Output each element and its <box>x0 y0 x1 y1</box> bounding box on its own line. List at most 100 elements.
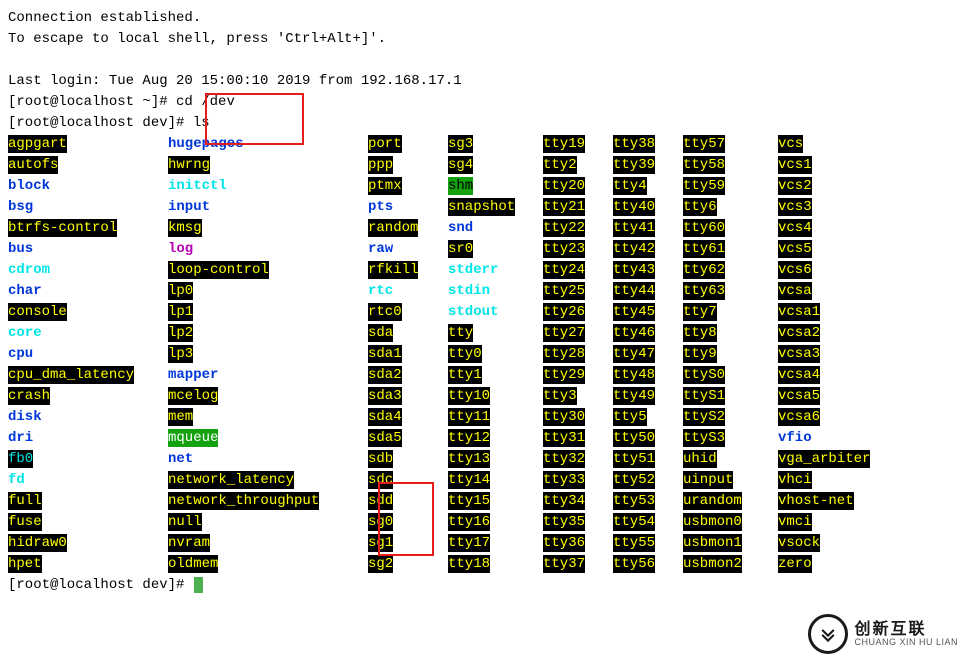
listing-cell: tty31 <box>543 428 613 449</box>
listing-cell: sda <box>368 323 448 344</box>
file-block: block <box>8 177 50 195</box>
listing-cell: zero <box>778 554 908 575</box>
prompt-line-3[interactable]: [root@localhost dev]# <box>8 575 964 596</box>
file-vhci: vhci <box>778 471 812 489</box>
listing-cell: hidraw0 <box>8 533 168 554</box>
listing-cell: tty51 <box>613 449 683 470</box>
listing-cell: tty2 <box>543 155 613 176</box>
listing-cell: uinput <box>683 470 778 491</box>
listing-cell: agpgart <box>8 134 168 155</box>
listing-cell: kmsg <box>168 218 368 239</box>
logo-text-cn: 创新互联 <box>854 622 958 638</box>
file-dri: dri <box>8 429 33 447</box>
listing-cell: sda2 <box>368 365 448 386</box>
file-vga_arbiter: vga_arbiter <box>778 450 870 468</box>
listing-cell: tty17 <box>448 533 543 554</box>
listing-cell: vcsa2 <box>778 323 908 344</box>
listing-row: cdromloop-controlrfkillstderrtty24tty43t… <box>8 260 964 281</box>
listing-cell: nvram <box>168 533 368 554</box>
file-sdb: sdb <box>368 450 393 468</box>
file-uinput: uinput <box>683 471 733 489</box>
file-sda5: sda5 <box>368 429 402 447</box>
file-tty35: tty35 <box>543 513 585 531</box>
listing-row: fusenullsg0tty16tty35tty54usbmon0vmci <box>8 512 964 533</box>
listing-cell: stdin <box>448 281 543 302</box>
file-tty48: tty48 <box>613 366 655 384</box>
listing-cell: tty24 <box>543 260 613 281</box>
listing-cell: tty36 <box>543 533 613 554</box>
file-sda3: sda3 <box>368 387 402 405</box>
listing-cell: tty30 <box>543 407 613 428</box>
listing-cell: oldmem <box>168 554 368 575</box>
listing-cell: vsock <box>778 533 908 554</box>
listing-cell: tty61 <box>683 239 778 260</box>
file-snd: snd <box>448 219 473 237</box>
file-lp0: lp0 <box>168 282 193 300</box>
file-sda4: sda4 <box>368 408 402 426</box>
listing-cell: tty9 <box>683 344 778 365</box>
file-mqueue: mqueue <box>168 429 218 447</box>
listing-cell: vcsa5 <box>778 386 908 407</box>
file-tty0: tty0 <box>448 345 482 363</box>
listing-cell: usbmon2 <box>683 554 778 575</box>
listing-cell: tty28 <box>543 344 613 365</box>
listing-cell: sr0 <box>448 239 543 260</box>
file-vcsa6: vcsa6 <box>778 408 820 426</box>
listing-cell: lp2 <box>168 323 368 344</box>
file-tty47: tty47 <box>613 345 655 363</box>
file-cdrom: cdrom <box>8 261 50 279</box>
listing-cell: sda3 <box>368 386 448 407</box>
blank-line <box>8 50 964 71</box>
listing-cell: hpet <box>8 554 168 575</box>
file-tty5: tty5 <box>613 408 647 426</box>
listing-cell: tty1 <box>448 365 543 386</box>
listing-cell: tty26 <box>543 302 613 323</box>
listing-cell: lp1 <box>168 302 368 323</box>
file-usbmon2: usbmon2 <box>683 555 742 573</box>
file-sg0: sg0 <box>368 513 393 531</box>
file-hugepages: hugepages <box>168 135 244 153</box>
listing-cell: ttyS2 <box>683 407 778 428</box>
file-tty34: tty34 <box>543 492 585 510</box>
file-ttyS0: ttyS0 <box>683 366 725 384</box>
listing-cell: sg0 <box>368 512 448 533</box>
listing-cell: vhci <box>778 470 908 491</box>
file-tty25: tty25 <box>543 282 585 300</box>
file-tty63: tty63 <box>683 282 725 300</box>
prompt-line-1[interactable]: [root@localhost ~]# cd /dev <box>8 92 964 113</box>
file-char: char <box>8 282 42 300</box>
listing-cell: urandom <box>683 491 778 512</box>
listing-cell: tty33 <box>543 470 613 491</box>
file-tty21: tty21 <box>543 198 585 216</box>
file-pts: pts <box>368 198 393 216</box>
file-tty29: tty29 <box>543 366 585 384</box>
listing-cell: lp0 <box>168 281 368 302</box>
file-sda2: sda2 <box>368 366 402 384</box>
listing-cell: vcs2 <box>778 176 908 197</box>
file-cpu_dma_latency: cpu_dma_latency <box>8 366 134 384</box>
logo-icon <box>808 614 848 654</box>
file-autofs: autofs <box>8 156 58 174</box>
listing-cell: uhid <box>683 449 778 470</box>
file-vmci: vmci <box>778 513 812 531</box>
listing-cell: tty <box>448 323 543 344</box>
file-tty30: tty30 <box>543 408 585 426</box>
prompt-line-2[interactable]: [root@localhost dev]# ls <box>8 113 964 134</box>
listing-cell: vmci <box>778 512 908 533</box>
file-tty12: tty12 <box>448 429 490 447</box>
listing-cell: ppp <box>368 155 448 176</box>
file-vcsa1: vcsa1 <box>778 303 820 321</box>
file-tty16: tty16 <box>448 513 490 531</box>
listing-cell: vfio <box>778 428 908 449</box>
file-tty38: tty38 <box>613 135 655 153</box>
listing-row: cpu_dma_latencymappersda2tty1tty29tty48t… <box>8 365 964 386</box>
file-initctl: initctl <box>168 177 227 195</box>
listing-cell: tty3 <box>543 386 613 407</box>
listing-cell: tty0 <box>448 344 543 365</box>
file-full: full <box>8 492 42 510</box>
listing-row: consolelp1rtc0stdouttty26tty45tty7vcsa1 <box>8 302 964 323</box>
listing-cell: full <box>8 491 168 512</box>
listing-cell: snd <box>448 218 543 239</box>
listing-cell: sg2 <box>368 554 448 575</box>
file-rfkill: rfkill <box>368 261 418 279</box>
